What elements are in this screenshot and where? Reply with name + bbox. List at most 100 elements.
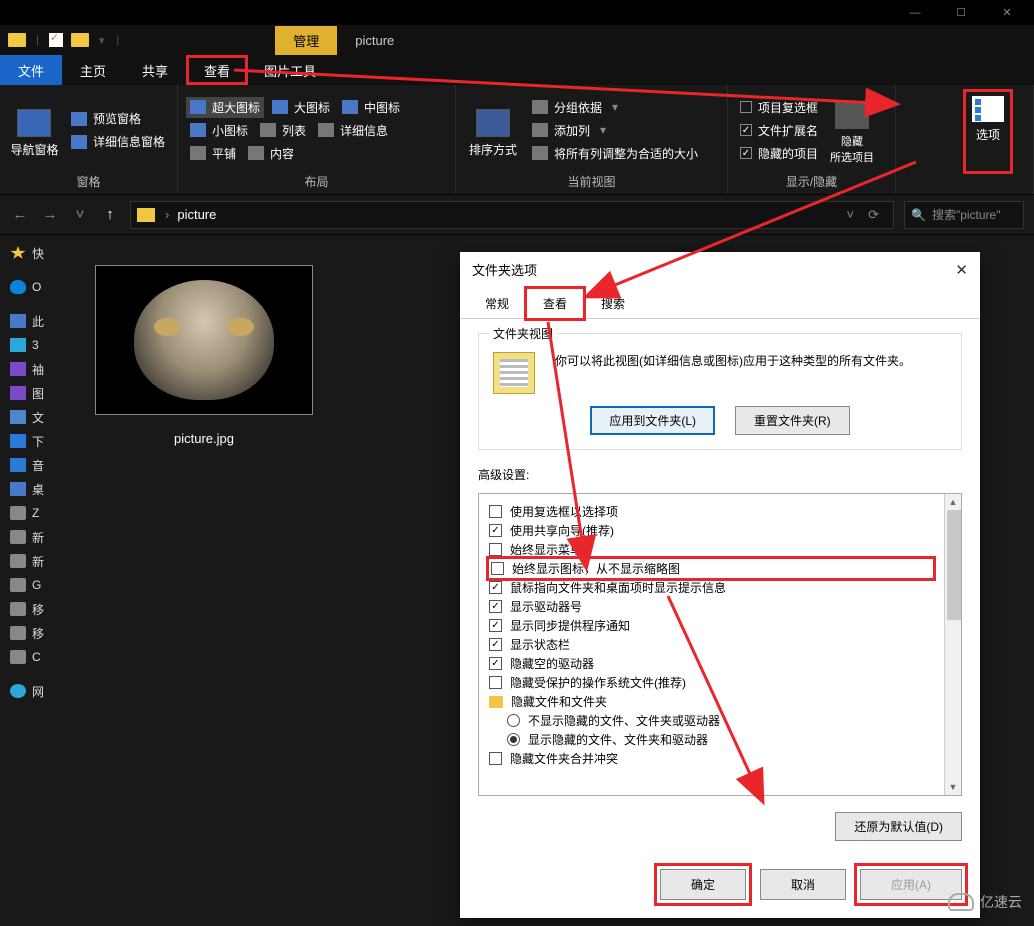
restore-defaults-button[interactable]: 还原为默认值(D)	[835, 812, 962, 841]
tree-network[interactable]: 网	[0, 679, 64, 703]
tree-drive[interactable]: 新	[0, 525, 64, 549]
watermark-text: 亿速云	[980, 892, 1022, 912]
refresh-button[interactable]: ⟳	[860, 207, 887, 223]
recent-dropdown[interactable]: ˅	[70, 206, 90, 223]
opt-status-bar[interactable]: ✓显示状态栏	[489, 635, 933, 654]
opt-hover-tips[interactable]: ✓鼠标指向文件夹和桌面项时显示提示信息	[489, 578, 933, 597]
watermark: 亿速云	[948, 892, 1022, 912]
tab-share[interactable]: 共享	[124, 55, 186, 85]
opt-sharing-wizard[interactable]: ✓使用共享向导(推荐)	[489, 521, 933, 540]
tree-drive[interactable]: 移	[0, 597, 64, 621]
item-checkboxes-toggle[interactable]: 项目复选框	[736, 97, 822, 118]
dlg-tab-search[interactable]: 搜索	[584, 288, 642, 319]
tree-drive[interactable]: G	[0, 573, 64, 597]
scroll-down-icon[interactable]: ▼	[945, 779, 961, 795]
tree-drive[interactable]: Z	[0, 501, 64, 525]
contextual-tab-manage[interactable]: 管理	[275, 26, 337, 55]
opt-show-hidden[interactable]: 显示隐藏的文件、文件夹和驱动器	[507, 730, 933, 749]
up-button[interactable]: ↑	[100, 206, 120, 223]
group-label-curview: 当前视图	[464, 171, 719, 190]
tree-documents[interactable]: 文	[0, 405, 64, 429]
qat-dropdown-icon[interactable]: ▾	[99, 34, 105, 47]
tree-drive[interactable]: 新	[0, 549, 64, 573]
layout-tiles[interactable]: 平铺	[186, 143, 240, 164]
layout-medium[interactable]: 中图标	[338, 97, 404, 118]
opt-use-checkboxes[interactable]: 使用复选框以选择项	[489, 502, 933, 521]
properties-icon[interactable]	[49, 33, 63, 47]
tree-quick-access[interactable]: 快	[0, 241, 64, 265]
scrollbar[interactable]: ▲ ▼	[944, 494, 961, 795]
maximize-button[interactable]: ☐	[938, 0, 984, 25]
tab-view[interactable]: 查看	[186, 55, 248, 85]
path-dropdown-icon[interactable]: ˅	[841, 207, 861, 222]
cancel-button[interactable]: 取消	[760, 869, 846, 900]
opt-always-show-menus[interactable]: 始终显示菜单	[489, 540, 933, 559]
dlg-tab-view[interactable]: 查看	[526, 288, 584, 319]
sort-by-button[interactable]: 排序方式	[464, 89, 522, 171]
tree-drive[interactable]: C	[0, 645, 64, 669]
autosize-columns-button[interactable]: 将所有列调整为合适的大小	[528, 143, 702, 164]
tree-onedrive[interactable]: O	[0, 275, 64, 299]
tab-picture-tools[interactable]: 图片工具	[248, 55, 332, 85]
layout-list[interactable]: 列表	[256, 120, 310, 141]
file-extensions-toggle[interactable]: ✓文件扩展名	[736, 120, 822, 141]
apply-to-folders-button[interactable]: 应用到文件夹(L)	[590, 406, 715, 435]
dialog-close-button[interactable]: ✕	[955, 261, 968, 279]
layout-small[interactable]: 小图标	[186, 120, 252, 141]
dlg-tab-general[interactable]: 常规	[468, 288, 526, 319]
opt-drive-letters[interactable]: ✓显示驱动器号	[489, 597, 933, 616]
checkbox-icon	[489, 752, 502, 765]
opt-sync-notify[interactable]: ✓显示同步提供程序通知	[489, 616, 933, 635]
tree-pictures[interactable]: 图	[0, 381, 64, 405]
group-by-button[interactable]: 分组依据▾	[528, 97, 702, 118]
ok-button[interactable]: 确定	[660, 869, 746, 900]
hidden-items-toggle[interactable]: ✓隐藏的项目	[736, 143, 822, 164]
ribbon-group-panes: 导航窗格 预览窗格 详细信息窗格 窗格	[0, 85, 178, 194]
scrollbar-thumb[interactable]	[947, 510, 962, 620]
hide-selected-button[interactable]: 隐藏 所选项目	[828, 89, 876, 171]
tree-videos[interactable]: 袖	[0, 357, 64, 381]
tree-downloads[interactable]: 下	[0, 429, 64, 453]
options-button[interactable]: 选项	[963, 89, 1013, 174]
tab-file[interactable]: 文件	[0, 55, 62, 85]
back-button[interactable]: ←	[10, 206, 30, 223]
tree-this-pc[interactable]: 此	[0, 309, 64, 333]
layout-details[interactable]: 详细信息	[314, 120, 392, 141]
search-input[interactable]: 🔍 搜索"picture"	[904, 201, 1024, 229]
tree-desktop[interactable]: 桌	[0, 477, 64, 501]
breadcrumb-segment[interactable]: picture	[177, 207, 216, 222]
breadcrumb[interactable]: › picture ˅ ⟳	[130, 201, 894, 229]
add-columns-button[interactable]: 添加列▾	[528, 120, 702, 141]
details-pane-button[interactable]: 详细信息窗格	[67, 131, 169, 152]
tree-music[interactable]: 音	[0, 453, 64, 477]
navigation-tree[interactable]: 快 O 此 3 袖 图 文 下 音 桌 Z 新 新 G 移 移 C 网	[0, 235, 64, 926]
close-window-button[interactable]: ✕	[984, 0, 1030, 25]
drive-icon	[10, 554, 26, 568]
minimize-button[interactable]: —	[892, 0, 938, 25]
addcol-icon	[532, 123, 548, 137]
new-folder-icon[interactable]	[71, 33, 89, 47]
layout-large[interactable]: 大图标	[268, 97, 334, 118]
file-item[interactable]: picture.jpg	[94, 265, 314, 896]
opt-always-show-icons[interactable]: 始终显示图标，从不显示缩略图	[489, 559, 933, 578]
opt-hide-empty-drives[interactable]: ✓隐藏空的驱动器	[489, 654, 933, 673]
preview-pane-button[interactable]: 预览窗格	[67, 108, 169, 129]
layout-content[interactable]: 内容	[244, 143, 298, 164]
layout-extra-large[interactable]: 超大图标	[186, 97, 264, 118]
advanced-settings-list[interactable]: 使用复选框以选择项 ✓使用共享向导(推荐) 始终显示菜单 始终显示图标，从不显示…	[479, 494, 943, 795]
preview-pane-icon	[71, 112, 87, 126]
forward-button[interactable]: →	[40, 206, 60, 223]
opt-merge-conflict[interactable]: 隐藏文件夹合并冲突	[489, 749, 933, 768]
reset-folders-button[interactable]: 重置文件夹(R)	[735, 406, 850, 435]
navigation-pane-button[interactable]: 导航窗格	[8, 89, 61, 171]
opt-hide-protected-os[interactable]: 隐藏受保护的操作系统文件(推荐)	[489, 673, 933, 692]
file-name: picture.jpg	[174, 423, 234, 446]
tab-home[interactable]: 主页	[62, 55, 124, 85]
video-icon	[10, 362, 26, 376]
scroll-up-icon[interactable]: ▲	[945, 494, 961, 510]
folder-icon	[489, 696, 503, 708]
apply-button[interactable]: 应用(A)	[860, 869, 962, 900]
tree-drive[interactable]: 移	[0, 621, 64, 645]
tree-3d-objects[interactable]: 3	[0, 333, 64, 357]
opt-dont-show-hidden[interactable]: 不显示隐藏的文件、文件夹或驱动器	[507, 711, 933, 730]
